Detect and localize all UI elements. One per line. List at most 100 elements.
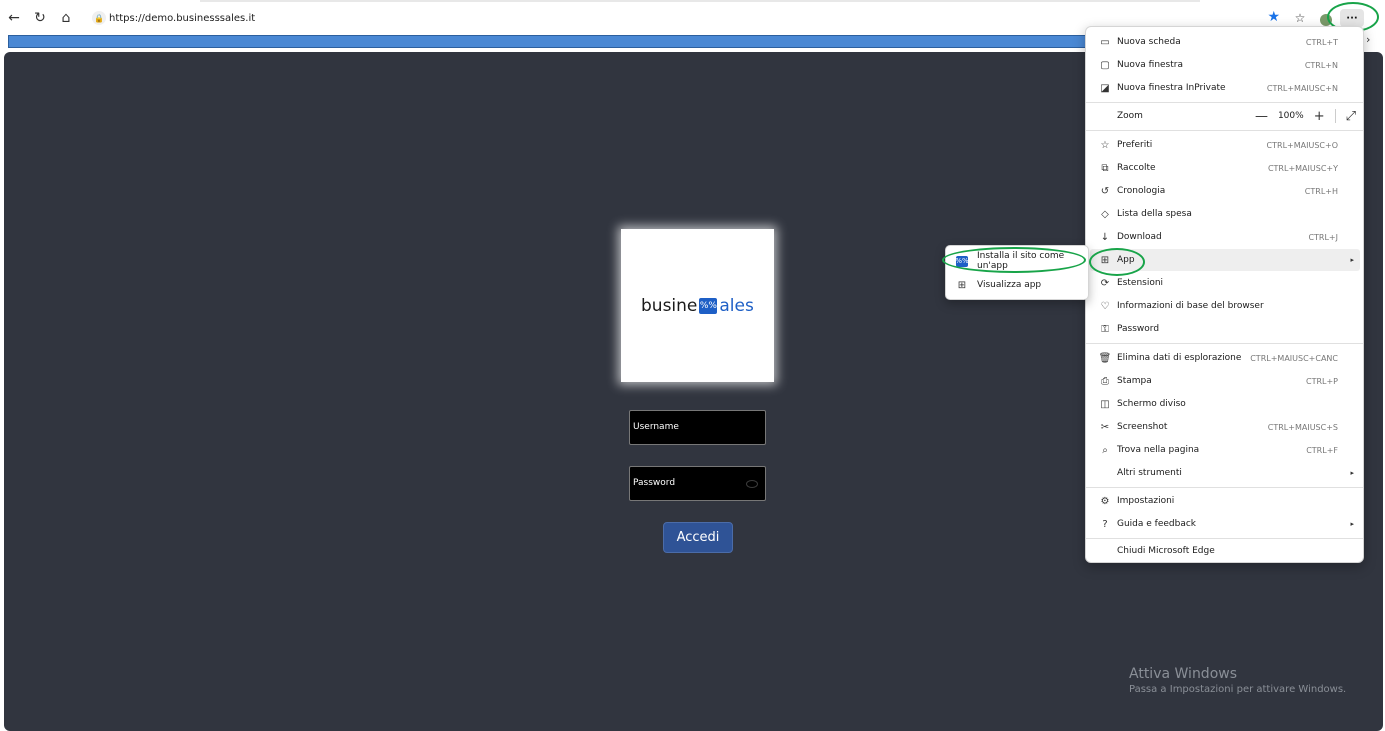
menu-item-shortcut: CTRL+F [1306,445,1338,455]
menu-item-shortcut: CTRL+T [1305,37,1338,47]
menu-item-shortcut: CTRL+MAIUSC+Y [1267,163,1338,173]
menu-separator [1086,102,1363,103]
menu-item-label: Stampa [1117,376,1152,386]
back-arrow-icon[interactable]: ← [5,9,23,27]
favorites-icon[interactable]: ☆ [1290,9,1310,27]
menu-item-label: Guida e feedback [1117,519,1197,529]
menu-item-close-edge[interactable]: Chiudi Microsoft Edge [1090,540,1360,562]
menu-item-label: Impostazioni [1117,496,1175,506]
menu-item-settings[interactable]: ⚙ Impostazioni [1090,490,1360,512]
submenu-arrow-icon: ▸ [1350,256,1354,264]
page-loading-bar [8,35,1093,48]
show-password-eye-icon[interactable] [746,480,758,488]
username-placeholder: Username [633,422,679,432]
menu-item-extensions[interactable]: ⟳ Estensioni [1090,272,1360,294]
menu-item-split-screen[interactable]: ◫ Schermo diviso [1090,393,1360,415]
menu-item-new-window[interactable]: ▢ Nuova finestra CTRL+N [1090,54,1360,76]
key-icon: ⚿ [1101,323,1109,335]
menu-item-clear-browsing-data[interactable]: 🗑 Elimina dati di esplorazione CTRL+MAIU… [1090,347,1360,369]
menu-item-label: Password [1117,324,1160,334]
menu-item-label: Estensioni [1117,278,1164,288]
refresh-icon[interactable]: ↻ [31,9,49,27]
menu-item-screenshot[interactable]: ✂ Screenshot CTRL+MAIUSC+S [1090,416,1360,438]
menu-separator [1086,538,1363,539]
chevron-right-icon[interactable]: › [1366,33,1370,46]
menu-separator [1086,130,1363,131]
menu-item-label: Raccolte [1117,163,1156,173]
watermark-title: Attiva Windows [1129,666,1238,682]
home-icon[interactable]: ⌂ [57,9,75,27]
menu-item-shopping-list[interactable]: ◇ Lista della spesa [1090,203,1360,225]
fullscreen-icon[interactable]: ⤢ [1346,109,1356,124]
menu-item-label: Altri strumenti [1117,468,1182,478]
menu-item-zoom: Zoom — 100% + ⤢ [1090,105,1360,127]
menu-item-downloads[interactable]: ↓ Download CTRL+J [1090,226,1360,248]
menu-item-inprivate-window[interactable]: ◪ Nuova finestra InPrivate CTRL+MAIUSC+N [1090,77,1360,99]
help-icon: ? [1102,518,1108,530]
favorite-star-icon[interactable]: ★ [1267,9,1280,25]
menu-item-print[interactable]: ⎙ Stampa CTRL+P [1090,370,1360,392]
extensions-icon: ⟳ [1100,277,1110,289]
menu-item-apps[interactable]: ⊞ App ▸ [1090,249,1360,271]
gear-icon: ⚙ [1100,495,1110,507]
menu-item-label: Nuova finestra InPrivate [1117,83,1226,93]
apps-grid-icon: ⊞ [957,279,967,291]
trash-icon: 🗑 [1098,352,1112,364]
menu-item-more-tools[interactable]: Altri strumenti ▸ [1090,462,1360,484]
submenu-arrow-icon: ▸ [1350,520,1354,528]
lock-icon[interactable]: 🔒 [92,11,106,25]
logo-text-right: ales [719,296,754,316]
menu-item-shortcut: CTRL+P [1305,376,1338,386]
zoom-level: 100% [1277,111,1304,121]
menu-item-label: Nuova finestra [1117,60,1183,70]
more-options-button[interactable]: ··· [1340,9,1364,27]
login-button[interactable]: Accedi [663,522,733,553]
menu-item-label: Zoom [1117,111,1143,121]
logo-text-left: busine [641,296,698,316]
menu-item-find-on-page[interactable]: ⌕ Trova nella pagina CTRL+F [1090,439,1360,461]
menu-item-label: Cronologia [1117,186,1166,196]
menu-item-label: Chiudi Microsoft Edge [1117,546,1215,556]
menu-item-label: Lista della spesa [1117,209,1192,219]
menu-item-shortcut: CTRL+J [1308,232,1338,242]
submenu-item-view-apps[interactable]: ⊞ Visualizza app [950,274,1086,296]
password-placeholder: Password [633,478,676,488]
favorites-icon: ☆ [1100,139,1110,151]
collections-icon: ⧉ [1101,162,1109,174]
menu-item-new-tab[interactable]: ▭ Nuova scheda CTRL+T [1090,31,1360,53]
menu-item-shortcut: CTRL+MAIUSC+CANC [1250,353,1338,363]
password-field[interactable]: Password [629,466,766,501]
submenu-item-label: Installa il sito come un'app [977,251,1065,271]
menu-item-collections[interactable]: ⧉ Raccolte CTRL+MAIUSC+Y [1090,157,1360,179]
submenu-item-install-site-as-app[interactable]: %% Installa il sito come un'app [950,250,1086,272]
menu-item-passwords[interactable]: ⚿ Password [1090,318,1360,340]
zoom-divider [1334,109,1336,123]
zoom-in-button[interactable]: + [1314,109,1325,124]
new-tab-icon: ▭ [1100,36,1110,48]
menu-item-help-feedback[interactable]: ? Guida e feedback ▸ [1090,513,1360,535]
menu-item-history[interactable]: ↺ Cronologia CTRL+H [1090,180,1360,202]
submenu-arrow-icon: ▸ [1350,469,1354,477]
zoom-controls: — 100% + ⤢ [1255,109,1356,124]
split-screen-icon: ◫ [1100,398,1110,410]
menu-item-label: App [1117,255,1135,265]
menu-item-browser-essentials[interactable]: ♡ Informazioni di base del browser [1090,295,1360,317]
menu-item-label: Screenshot [1117,422,1168,432]
menu-item-label: Preferiti [1117,140,1153,150]
tag-icon: ◇ [1101,208,1109,220]
menu-item-label: Download [1117,232,1162,242]
print-icon: ⎙ [1101,375,1109,387]
menu-item-label: Nuova scheda [1117,37,1181,47]
address-url[interactable]: https://demo.businesssales.it [109,13,255,24]
menu-item-label: Schermo diviso [1117,399,1186,409]
menu-item-favorites[interactable]: ☆ Preferiti CTRL+MAIUSC+O [1090,134,1360,156]
submenu-item-label: Visualizza app [977,280,1042,290]
apps-submenu: %% Installa il sito come un'app ⊞ Visual… [945,245,1089,300]
zoom-out-button[interactable]: — [1255,109,1268,124]
windows-activation-watermark: Attiva Windows Passa a Impostazioni per … [1129,666,1346,695]
menu-item-shortcut: CTRL+H [1304,186,1338,196]
menu-item-label: Informazioni di base del browser [1117,301,1264,311]
logo-mark: %% [699,298,718,314]
profile-avatar[interactable] [1320,14,1332,26]
username-field[interactable]: Username [629,410,766,445]
